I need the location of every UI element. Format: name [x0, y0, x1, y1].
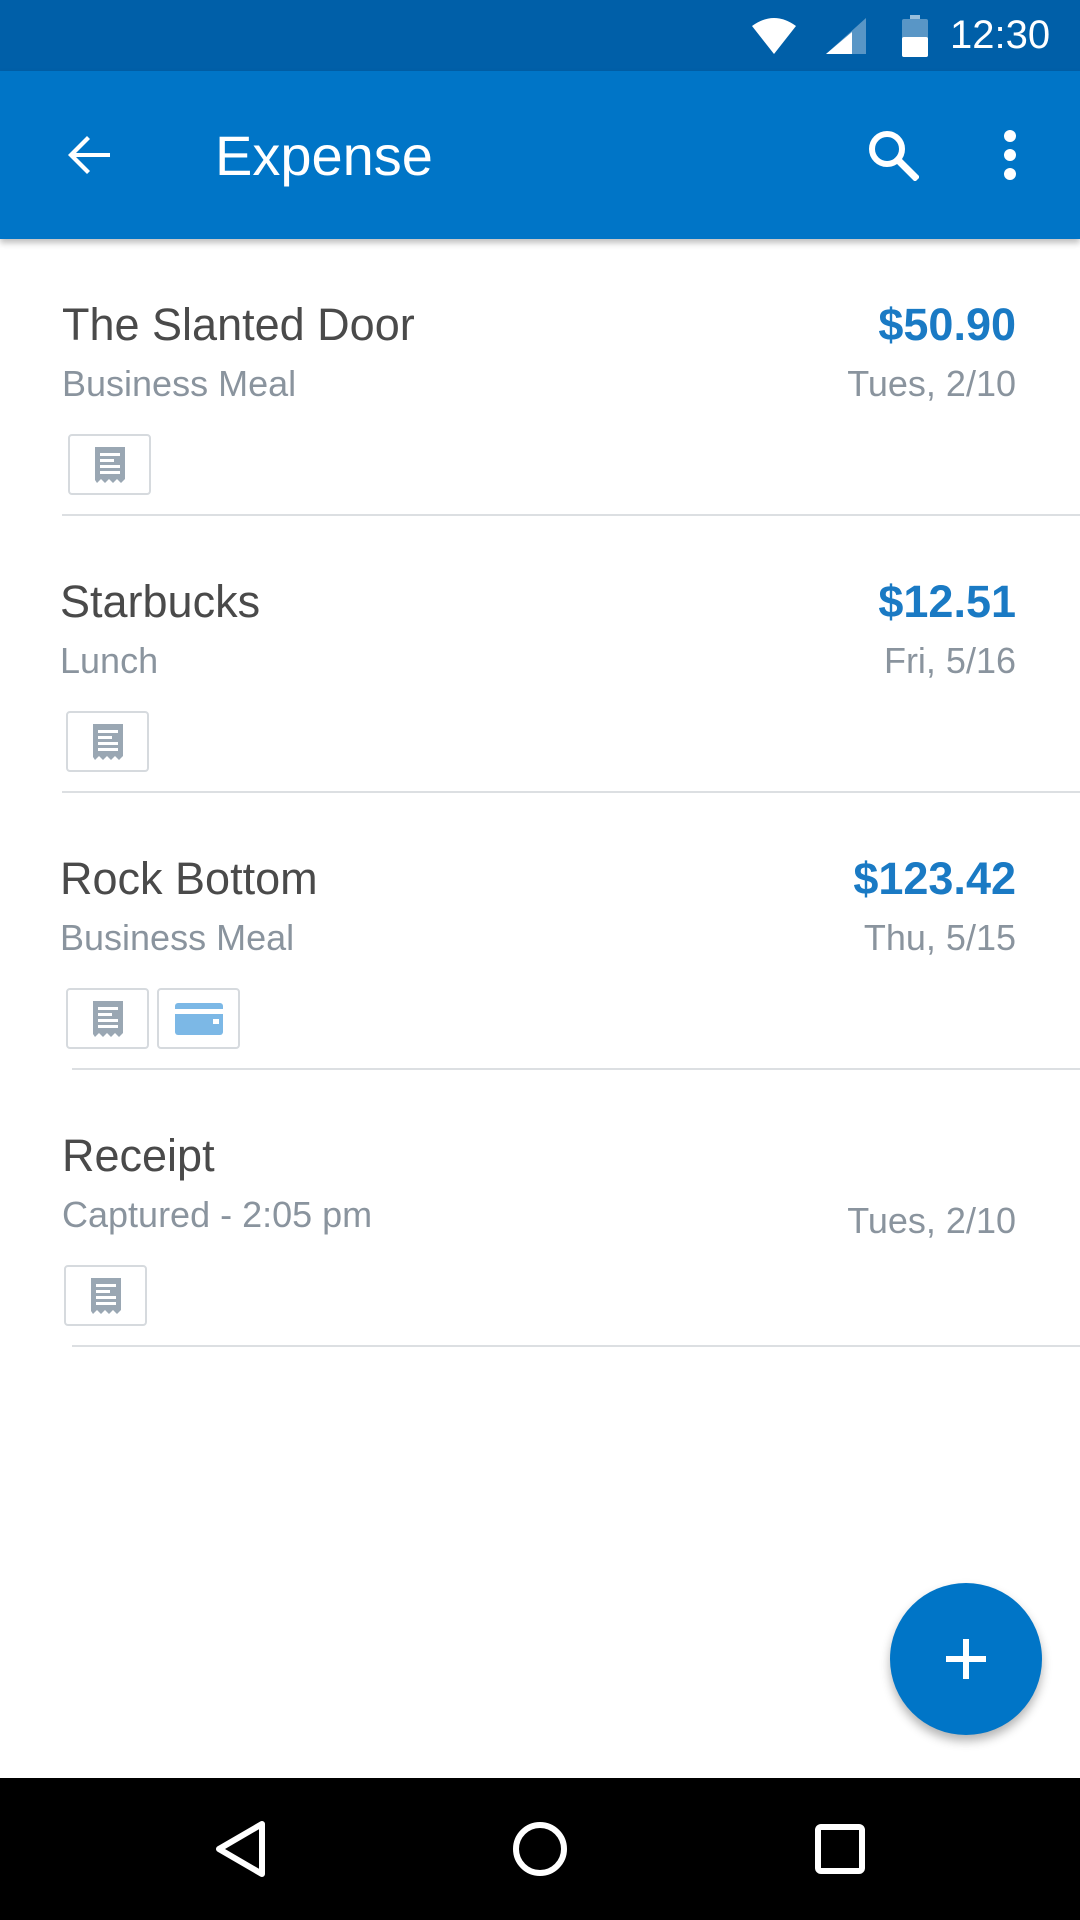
receipt-attachment[interactable]	[64, 1265, 147, 1326]
attachment-list	[66, 711, 149, 772]
status-bar: 12:30	[0, 0, 1080, 71]
receipt-icon	[92, 723, 123, 760]
attachment-list	[66, 988, 240, 1049]
attachment-list	[64, 1265, 147, 1326]
search-icon	[869, 131, 919, 181]
expense-name: The Slanted Door	[62, 299, 415, 350]
screen: 12:30 Expense The Slanted Door Business …	[0, 0, 1080, 1920]
expense-item[interactable]: Rock Bottom Business Meal $123.42 Thu, 5…	[0, 793, 1080, 1070]
expense-category: Business Meal	[62, 363, 297, 404]
nav-back-button[interactable]	[190, 1799, 290, 1899]
back-button[interactable]	[42, 107, 138, 203]
battery-icon	[902, 0, 932, 71]
search-button[interactable]	[845, 107, 941, 203]
expense-item[interactable]: The Slanted Door Business Meal $50.90 Tu…	[0, 239, 1080, 516]
expense-item[interactable]: Receipt Captured - 2:05 pm Tues, 2/10	[0, 1070, 1080, 1347]
expense-amount: $123.42	[853, 853, 1016, 904]
arrow-back-icon	[68, 136, 110, 174]
divider	[72, 1345, 1080, 1347]
nav-recents-icon	[815, 1824, 865, 1874]
expense-amount: $12.51	[878, 576, 1016, 627]
status-time: 12:30	[950, 13, 1051, 57]
expense-name: Starbucks	[60, 576, 261, 627]
card-attachment[interactable]	[157, 988, 240, 1049]
expense-category: Lunch	[60, 640, 159, 681]
expense-date: Thu, 5/15	[863, 917, 1016, 958]
plus-icon	[946, 1639, 986, 1679]
page-title: Expense	[215, 123, 433, 187]
more-vert-icon	[1004, 130, 1016, 180]
receipt-icon	[90, 1277, 121, 1314]
receipt-attachment[interactable]	[66, 711, 149, 772]
nav-back-icon	[216, 1821, 265, 1877]
receipt-attachment[interactable]	[68, 434, 151, 495]
expense-date: Tues, 2/10	[847, 1200, 1016, 1241]
cell-signal-icon	[826, 0, 866, 71]
expense-list: The Slanted Door Business Meal $50.90 Tu…	[0, 239, 1080, 1347]
expense-name: Rock Bottom	[60, 853, 318, 904]
nav-home-button[interactable]	[490, 1799, 590, 1899]
expense-date: Fri, 5/16	[883, 640, 1016, 681]
expense-category: Captured - 2:05 pm	[62, 1194, 373, 1235]
receipt-icon	[94, 446, 125, 483]
wifi-icon	[752, 0, 796, 71]
add-expense-button[interactable]	[890, 1583, 1042, 1735]
system-nav-bar	[0, 1778, 1080, 1920]
expense-date: Tues, 2/10	[847, 363, 1016, 404]
credit-card-icon	[174, 1002, 223, 1035]
expense-item[interactable]: Starbucks Lunch $12.51 Fri, 5/16	[0, 516, 1080, 793]
expense-name: Receipt	[62, 1130, 215, 1181]
app-bar: Expense	[0, 71, 1080, 239]
nav-home-icon	[513, 1822, 567, 1876]
expense-amount: $50.90	[878, 299, 1016, 350]
nav-recents-button[interactable]	[790, 1799, 890, 1899]
more-options-button[interactable]	[962, 107, 1058, 203]
attachment-list	[68, 434, 151, 495]
expense-category: Business Meal	[60, 917, 295, 958]
receipt-attachment[interactable]	[66, 988, 149, 1049]
receipt-icon	[92, 1000, 123, 1037]
